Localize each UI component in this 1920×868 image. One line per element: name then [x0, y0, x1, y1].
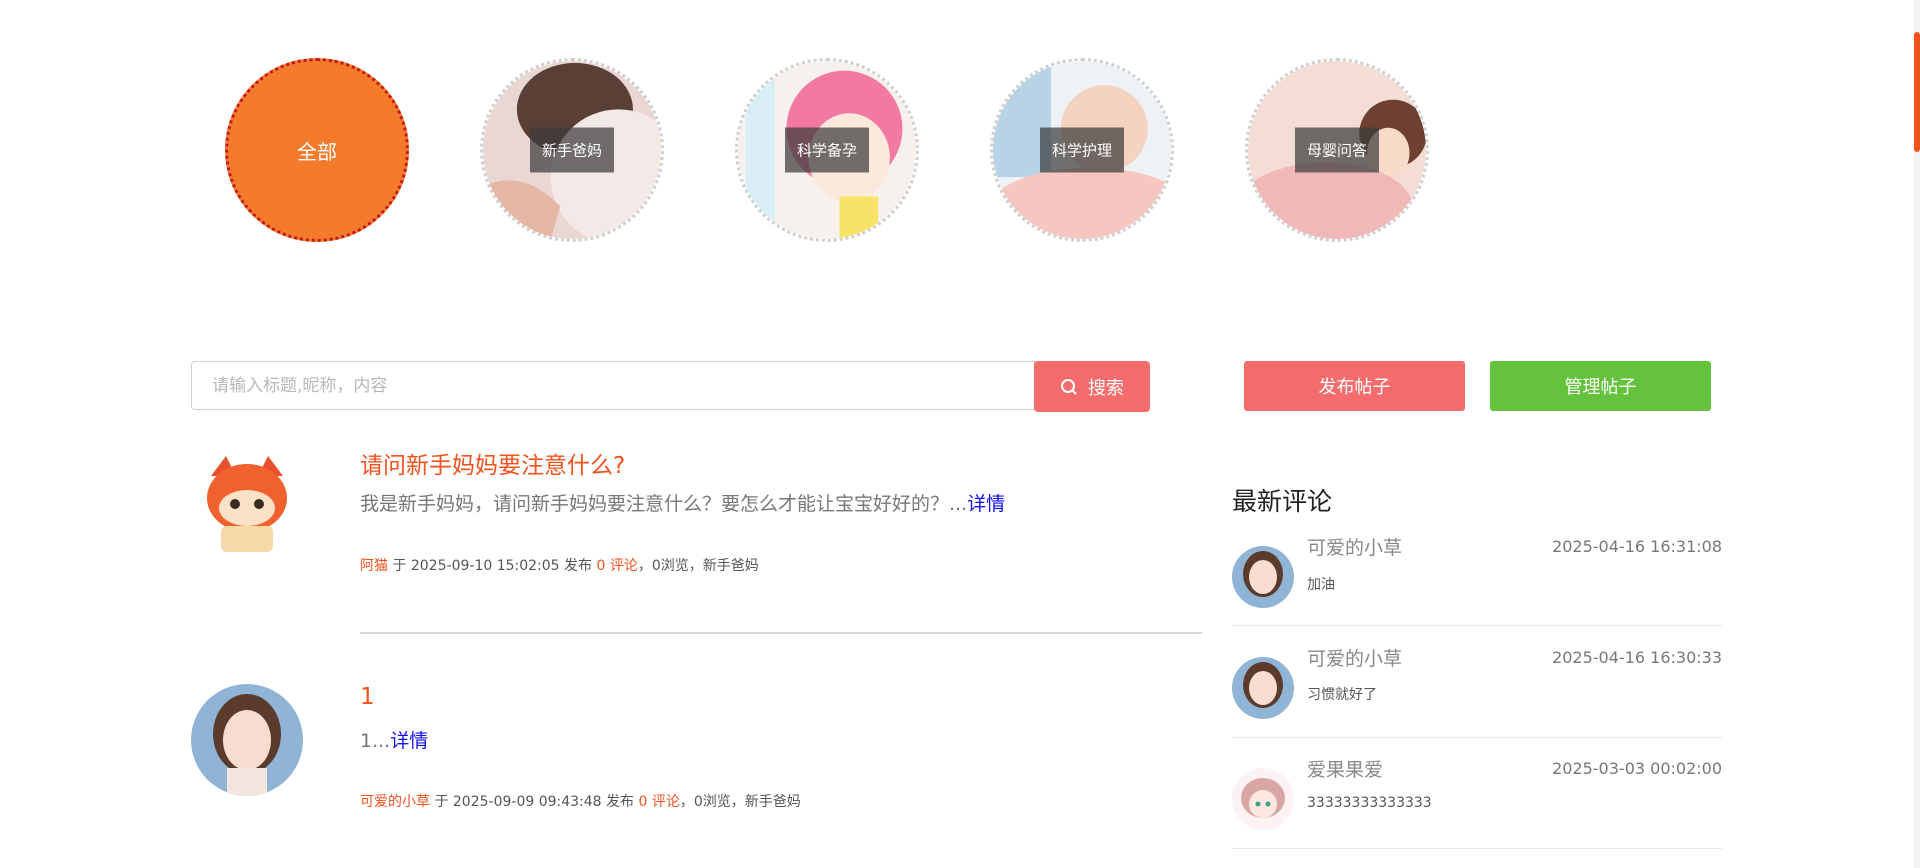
comment-text: 习惯就好了 [1307, 687, 1377, 703]
post-author-avatar[interactable] [191, 684, 303, 796]
anime-avatar-image [1232, 768, 1294, 830]
category-care[interactable]: 科学护理 [990, 58, 1174, 242]
post-divider [360, 632, 1202, 634]
post-comment-count[interactable]: 0 评论 [597, 558, 638, 574]
category-qa[interactable]: 母婴问答 [1245, 58, 1429, 242]
search-input[interactable] [191, 361, 1035, 410]
comment-user-name[interactable]: 爱果果爱 [1307, 755, 1383, 782]
post-date: 于 2025-09-10 15:02:05 发布 [388, 558, 597, 574]
comment-time: 2025-04-16 16:30:33 [1552, 648, 1722, 667]
comment-text: 33333333333333 [1307, 795, 1432, 811]
post-date: 于 2025-09-09 09:43:48 发布 [430, 794, 639, 810]
publish-post-button[interactable]: 发布帖子 [1244, 361, 1465, 411]
category-label: 科学护理 [1039, 127, 1125, 173]
post-detail-link[interactable]: 详情 [967, 493, 1005, 515]
girl-avatar-image [1232, 546, 1294, 608]
comment-separator [1232, 625, 1722, 626]
post-stats: ，0浏览，新手爸妈 [679, 794, 801, 810]
post-author-avatar[interactable] [191, 446, 303, 558]
latest-comments-title: 最新评论 [1232, 487, 1333, 516]
post-title[interactable]: 请问新手妈妈要注意什么? [360, 446, 625, 480]
post-meta: 阿猫 于 2025-09-10 15:02:05 发布 0 评论，0浏览，新手爸… [360, 555, 759, 575]
post-summary: 我是新手妈妈，请问新手妈妈要注意什么？要怎么才能让宝宝好好的？...详情 [360, 489, 1005, 516]
category-pregnancy-prep[interactable]: 科学备孕 [735, 58, 919, 242]
category-new-parents[interactable]: 新手爸妈 [480, 58, 664, 242]
comment-user-name[interactable]: 可爱的小草 [1307, 533, 1402, 560]
comment-text: 加油 [1307, 577, 1335, 593]
scrollbar-thumb[interactable] [1914, 32, 1920, 152]
search-button-label: 搜索 [1088, 377, 1124, 399]
post-author-name[interactable]: 可爱的小草 [360, 794, 430, 810]
comment-separator [1232, 848, 1722, 849]
post-detail-link[interactable]: 详情 [390, 730, 428, 752]
search-button[interactable]: 搜索 [1034, 361, 1150, 412]
post-summary-text: 我是新手妈妈，请问新手妈妈要注意什么？要怎么才能让宝宝好好的？... [360, 493, 968, 515]
category-label: 新手爸妈 [529, 127, 615, 173]
publish-post-label: 发布帖子 [1318, 377, 1391, 398]
comment-separator [1232, 737, 1722, 738]
comment-time: 2025-04-16 16:31:08 [1552, 537, 1722, 556]
fox-avatar-image [191, 446, 303, 558]
post-stats: ，0浏览，新手爸妈 [637, 558, 759, 574]
category-label: 全部 [297, 139, 337, 164]
comment-avatar [1232, 657, 1294, 719]
post-summary: 1...详情 [360, 726, 428, 753]
manage-posts-label: 管理帖子 [1564, 377, 1637, 398]
page-scrollbar[interactable] [1914, 0, 1920, 868]
post-author-name[interactable]: 阿猫 [360, 558, 388, 574]
category-label: 母婴问答 [1294, 127, 1380, 173]
post-summary-text: 1... [360, 730, 391, 752]
category-label: 科学备孕 [784, 127, 870, 173]
post-meta: 可爱的小草 于 2025-09-09 09:43:48 发布 0 评论，0浏览，… [360, 791, 801, 811]
comment-avatar [1232, 768, 1294, 830]
comment-time: 2025-03-03 00:02:00 [1552, 759, 1722, 778]
search-icon [1061, 378, 1077, 395]
post-comment-count[interactable]: 0 评论 [639, 794, 680, 810]
post-title[interactable]: 1 [360, 684, 375, 710]
girl-avatar-image [1232, 657, 1294, 719]
category-all[interactable]: 全部 [225, 58, 409, 242]
comment-avatar [1232, 546, 1294, 608]
manage-posts-button[interactable]: 管理帖子 [1490, 361, 1711, 411]
girl-avatar-image [191, 684, 303, 796]
comment-user-name[interactable]: 可爱的小草 [1307, 644, 1402, 671]
